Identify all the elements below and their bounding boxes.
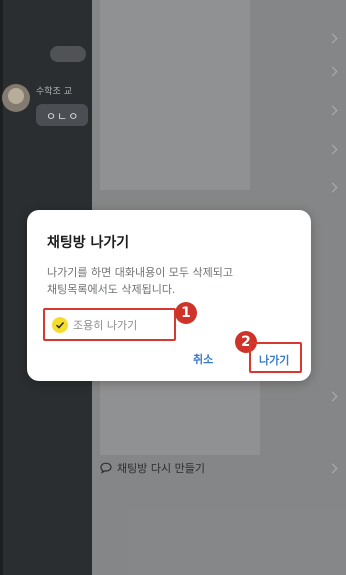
dialog-title: 채팅방 나가기 [47, 235, 130, 251]
checkbox-label: 조용히 나가기 [73, 319, 138, 332]
checkmark-icon [52, 317, 68, 333]
leave-button-highlight: 나가기 [249, 342, 302, 373]
leave-button[interactable]: 나가기 [259, 352, 289, 368]
leave-chat-dialog: 채팅방 나가기 나가기를 하면 대화내용이 모두 삭제되고 채팅목록에서도 삭제… [27, 210, 311, 381]
dialog-message: 나가기를 하면 대화내용이 모두 삭제되고 채팅목록에서도 삭제됩니다. [47, 266, 234, 296]
step-badge-1: 1 [175, 302, 197, 324]
cancel-button[interactable]: 취소 [193, 351, 213, 367]
quiet-leave-checkbox[interactable]: 조용히 나가기 [43, 308, 176, 341]
